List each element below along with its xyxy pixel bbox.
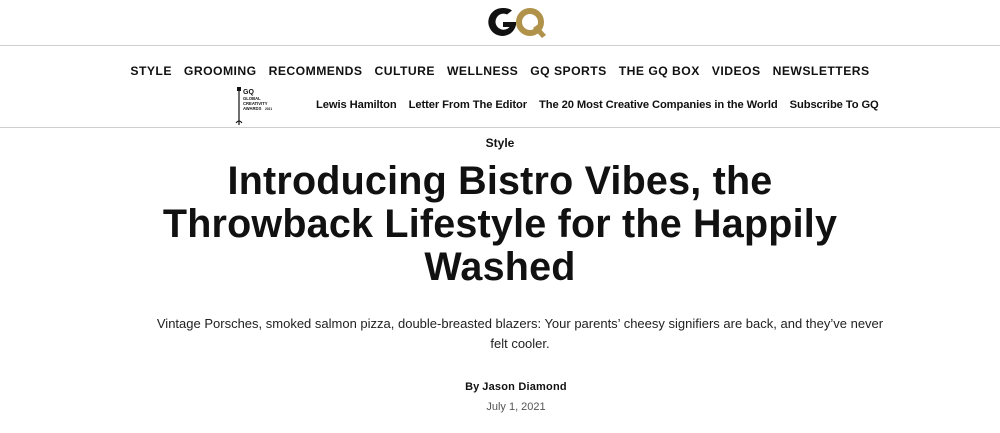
trending-navigation: Lewis Hamilton Letter From The Editor Th…	[316, 96, 879, 114]
creativity-awards-badge[interactable]: GQ GLOBAL CREATIVITY AWARDS 2021	[231, 85, 277, 127]
nav-item-culture[interactable]: CULTURE	[374, 62, 434, 80]
gq-global-creativity-awards-icon: GQ GLOBAL CREATIVITY AWARDS 2021	[235, 87, 272, 125]
nav-item-the-gq-box[interactable]: THE GQ BOX	[619, 62, 700, 80]
article-dek: Vintage Porsches, smoked salmon pizza, d…	[156, 316, 884, 351]
nav-item-style[interactable]: STYLE	[130, 62, 172, 80]
publish-date: July 1, 2021	[486, 401, 546, 413]
author-link[interactable]: Jason Diamond	[482, 381, 567, 393]
nav-divider	[0, 127, 1000, 128]
badge-line-gq: GQ	[243, 89, 254, 96]
nav-item-videos[interactable]: VIDEOS	[712, 62, 761, 80]
main-navigation: STYLE GROOMING RECOMMENDS CULTURE WELLNE…	[0, 62, 1000, 80]
masthead	[0, 0, 1000, 45]
sub-nav-lewis-hamilton[interactable]: Lewis Hamilton	[316, 96, 397, 114]
sub-nav-letter-from-the-editor[interactable]: Letter From The Editor	[409, 96, 527, 114]
header-divider	[0, 45, 1000, 46]
article-byline: By Jason Diamond	[0, 379, 1000, 395]
byline-prefix: By	[465, 381, 480, 393]
badge-line-awards: AWARDS	[243, 106, 262, 111]
nav-item-wellness[interactable]: WELLNESS	[447, 62, 518, 80]
article-rubric[interactable]: Style	[0, 135, 1000, 151]
sub-nav-subscribe[interactable]: Subscribe To GQ	[790, 96, 879, 114]
nav-item-newsletters[interactable]: NEWSLETTERS	[773, 62, 870, 80]
gq-logo-icon	[488, 7, 546, 38]
nav-item-recommends[interactable]: RECOMMENDS	[269, 62, 363, 80]
sub-nav-most-creative-companies[interactable]: The 20 Most Creative Companies in the Wo…	[539, 96, 778, 114]
nav-item-gq-sports[interactable]: GQ SPORTS	[530, 62, 607, 80]
nav-item-grooming[interactable]: GROOMING	[184, 62, 257, 80]
gq-logo[interactable]	[486, 5, 546, 39]
badge-line-year: 2021	[265, 107, 272, 111]
article-headline: Introducing Bistro Vibes, the Throwback …	[162, 159, 838, 289]
